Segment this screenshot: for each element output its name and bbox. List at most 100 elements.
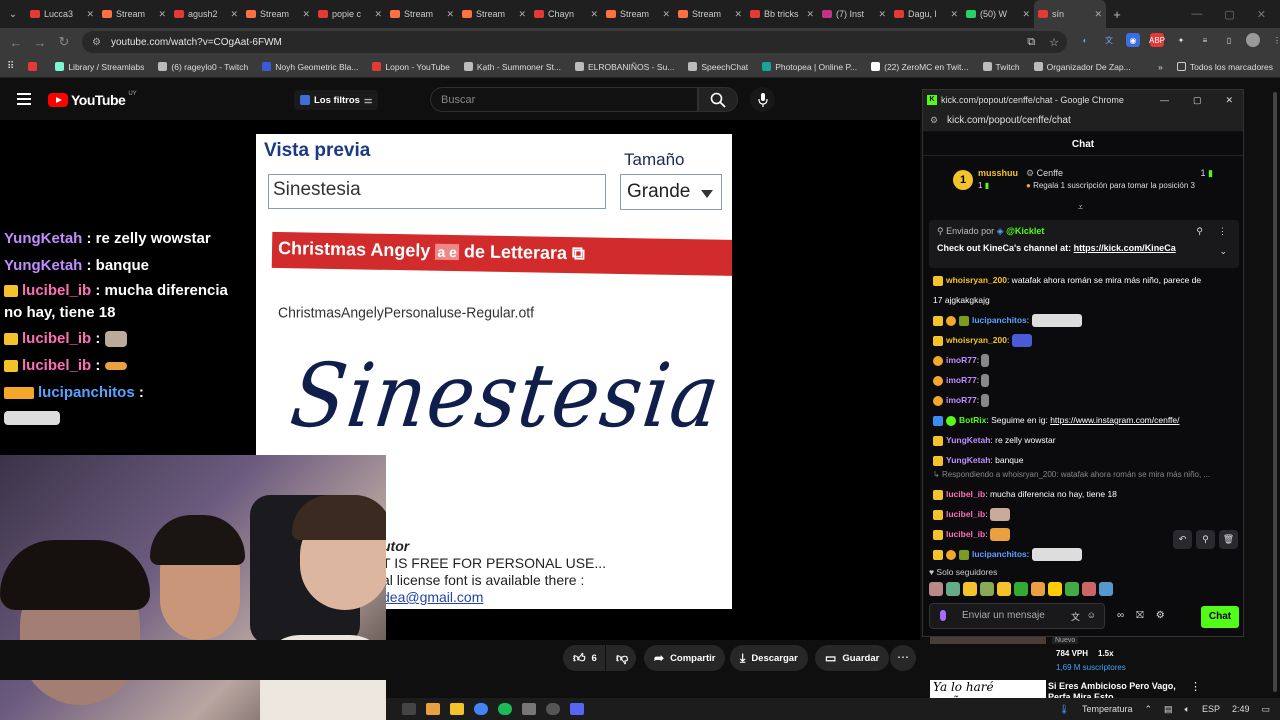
new-tab-button[interactable]: + — [1106, 7, 1128, 22]
emote-button[interactable] — [980, 582, 994, 596]
chat-message[interactable]: BotRix: Seguime en ig: https://www.insta… — [933, 410, 1238, 430]
bookmark-item[interactable]: SpeechChat — [681, 62, 755, 72]
close-tab-icon[interactable]: ✕ — [230, 9, 238, 20]
chat-input[interactable]: Enviar un mensaje 文 ☺ — [929, 603, 1105, 629]
emote-button[interactable] — [1031, 582, 1045, 596]
translate-icon[interactable]: ◐ — [1078, 33, 1092, 47]
gift-sub-prompt[interactable]: ● Regala 1 suscripción para tomar la pos… — [1026, 181, 1195, 190]
translate-icon[interactable]: 文 — [1071, 610, 1080, 623]
send-chat-button[interactable]: Chat — [1201, 606, 1239, 628]
browser-tab[interactable]: (7) Inst ✕ — [818, 0, 890, 28]
emote-button[interactable] — [1048, 582, 1062, 596]
close-tab-icon[interactable]: ✕ — [302, 9, 310, 20]
language-indicator[interactable]: ESP — [1202, 704, 1220, 714]
bookmark-item[interactable]: Noyh Geometric Bla... — [255, 62, 365, 72]
close-tab-icon[interactable]: ✕ — [806, 9, 814, 20]
recommended-video[interactable]: Nuevo 784 VPH 1.5x 1,69 M suscriptores Y… — [920, 636, 1260, 708]
install-icon[interactable]: ⧉ — [1027, 36, 1035, 49]
filters-button[interactable]: Los filtros ⚌ — [294, 90, 379, 110]
emote-button[interactable] — [1099, 582, 1113, 596]
close-tab-icon[interactable]: ✕ — [86, 9, 94, 20]
adblock-icon[interactable]: ABP — [1149, 33, 1165, 47]
menu-icon[interactable] — [17, 93, 31, 108]
maximize-icon[interactable]: ▢ — [1193, 95, 1202, 106]
minimize-icon[interactable]: — — [1191, 8, 1202, 21]
bookmark-item[interactable]: Lopon - YouTube — [365, 62, 456, 72]
close-tab-icon[interactable]: ✕ — [662, 9, 670, 20]
browser-tab[interactable]: Chayn ✕ — [530, 0, 602, 28]
close-tab-icon[interactable]: ✕ — [590, 9, 598, 20]
bookmark-item[interactable]: Kạth - Summoner St... — [457, 62, 568, 72]
emote-button[interactable] — [1082, 582, 1096, 596]
youtube-logo[interactable]: YouTube UY — [48, 91, 137, 108]
bookmark-item[interactable]: Organizador De Zap... — [1027, 62, 1138, 72]
apps-icon[interactable]: ⠿ — [0, 61, 21, 72]
close-icon[interactable]: ✕ — [1225, 95, 1233, 106]
leader-name[interactable]: musshuu — [978, 168, 1018, 178]
taskbar-app-icon[interactable] — [402, 703, 416, 715]
chrome-menu-icon[interactable]: ⋮ — [1270, 33, 1280, 47]
emote-button[interactable] — [963, 582, 977, 596]
close-window-icon[interactable]: ✕ — [1257, 8, 1266, 21]
pinned-link[interactable]: https://kick.com/KineCa — [1074, 243, 1176, 253]
browser-tab[interactable]: Stream ✕ — [458, 0, 530, 28]
browser-tab[interactable]: Lucca3 ✕ — [26, 0, 98, 28]
browser-tab[interactable]: Bb tricks ✕ — [746, 0, 818, 28]
browser-tab[interactable]: Stream ✕ — [674, 0, 746, 28]
media-icon[interactable]: ≡ — [1198, 33, 1212, 47]
chat-message[interactable]: whoisryan_200: watafak ahora román se mi… — [933, 270, 1238, 290]
expand-leaderboard-icon[interactable]: ⩡ — [1078, 202, 1083, 213]
gear-icon[interactable]: ⚙ — [1156, 610, 1165, 621]
pin-message-icon[interactable]: ⚲ — [1196, 530, 1215, 549]
forward-icon[interactable]: → — [28, 35, 52, 50]
close-tab-icon[interactable]: ✕ — [950, 9, 958, 20]
video-thumbnail[interactable] — [930, 636, 1046, 644]
taskbar-app-icon[interactable] — [426, 703, 440, 715]
delete-icon[interactable]: 🗑︎ — [1219, 530, 1238, 549]
search-input[interactable]: Buscar — [430, 87, 698, 112]
emote-button[interactable] — [1065, 582, 1079, 596]
all-bookmarks[interactable]: Todos los marcadores — [1170, 62, 1280, 72]
clock[interactable]: 2:49 — [1232, 704, 1250, 714]
bookmark-item[interactable]: Photopea | Online P... — [755, 62, 864, 72]
browser-tab[interactable]: Stream ✕ — [242, 0, 314, 28]
close-tab-icon[interactable]: ✕ — [734, 9, 742, 20]
chrome-icon[interactable] — [474, 703, 488, 715]
bookmark-star-icon[interactable]: ☆ — [1049, 36, 1059, 49]
browser-tab[interactable]: Stream ✕ — [602, 0, 674, 28]
bookmarks-overflow-icon[interactable]: » — [1151, 62, 1170, 72]
bookmark-item[interactable]: Twitch — [976, 62, 1027, 72]
browser-tab[interactable]: agush2 ✕ — [170, 0, 242, 28]
download-button[interactable]: ⤓ Descargar — [730, 645, 808, 671]
emote-button[interactable] — [946, 582, 960, 596]
video-thumbnail[interactable]: Ya lo haré mañana. — [930, 680, 1046, 708]
tray-up-icon[interactable]: ⌃ — [1144, 704, 1152, 715]
browser-tab[interactable]: Stream ✕ — [386, 0, 458, 28]
bookmark-item[interactable] — [21, 62, 48, 72]
minimize-icon[interactable]: — — [1160, 95, 1169, 106]
spotify-icon[interactable] — [498, 703, 512, 715]
close-tab-icon[interactable]: ✕ — [1094, 9, 1102, 20]
chat-message[interactable]: whoisryan_200: — [933, 330, 1238, 350]
obs-icon[interactable] — [546, 703, 560, 715]
bookmark-item[interactable]: (6) rageylo0 - Twitch — [151, 62, 255, 72]
chat-message[interactable]: imoR77: — [933, 350, 1238, 370]
chat-message[interactable]: imoR77: — [933, 390, 1238, 410]
chat-message[interactable]: lucipanchitos: — [933, 310, 1238, 330]
voice-search-button[interactable] — [750, 87, 775, 112]
chat-message[interactable]: YungKetah: banque — [933, 450, 1238, 470]
network-icon[interactable]: ▤ — [1164, 704, 1173, 715]
chevron-down-icon[interactable]: ⌄ — [1219, 246, 1227, 257]
popout-url-bar[interactable]: ⚙ kick.com/popout/cenffe/chat — [923, 110, 1243, 132]
weather-label[interactable]: Temperatura — [1082, 704, 1133, 714]
close-tab-icon[interactable]: ✕ — [878, 9, 886, 20]
pinned-menu-icon[interactable]: ⋮ — [1218, 226, 1227, 237]
emote-button[interactable] — [1014, 582, 1028, 596]
bookmark-item[interactable]: ELROBANIÑOS - Su... — [568, 62, 681, 72]
sidepanel-icon[interactable]: ▯ — [1222, 33, 1236, 47]
emote-button[interactable] — [929, 582, 943, 596]
chat-message[interactable]: lucibel_ib: — [933, 504, 1238, 524]
chat-message[interactable]: 17 ajgkakgkajg — [933, 290, 1238, 310]
folder-icon[interactable] — [450, 703, 464, 715]
like-button[interactable]: 👍︎ 6 — [563, 645, 605, 671]
